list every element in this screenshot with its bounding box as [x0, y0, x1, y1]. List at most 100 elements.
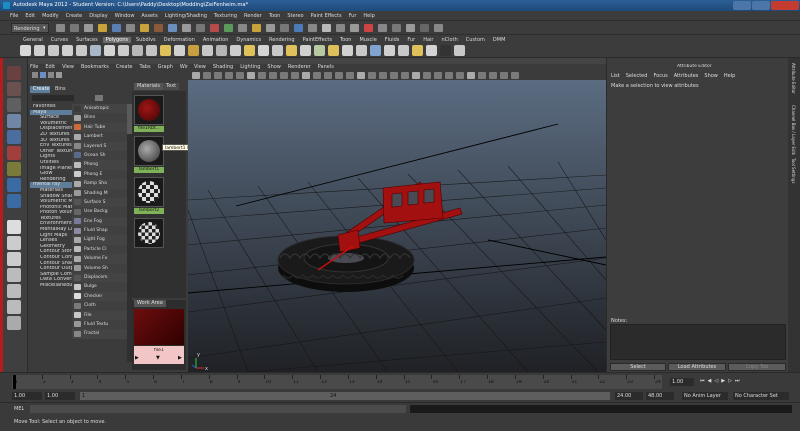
- viewport-toolbar-icon[interactable]: [346, 72, 354, 79]
- status-tool-icon[interactable]: [252, 24, 261, 32]
- viewport-toolbar-icon[interactable]: [456, 72, 464, 79]
- viewport-toolbar-icon[interactable]: [280, 72, 288, 79]
- menu-item-toon[interactable]: Toon: [269, 13, 281, 19]
- load-attributes-button[interactable]: Load Attributes: [668, 363, 726, 371]
- minimize-button[interactable]: [733, 1, 751, 10]
- shelf-tool-icon[interactable]: [188, 45, 199, 56]
- viewport-toolbar-icon[interactable]: [192, 72, 200, 79]
- filter-clear-icon[interactable]: [95, 95, 103, 101]
- node-button[interactable]: File: [72, 310, 134, 320]
- clear-graph-icon[interactable]: [48, 72, 54, 78]
- swatch-lambert2[interactable]: [134, 177, 164, 207]
- tree-item[interactable]: Miscellaneous: [30, 283, 72, 289]
- viewport-toolbar-icon[interactable]: [236, 72, 244, 79]
- viewport-menu-shading[interactable]: Shading: [213, 64, 233, 70]
- viewport-toolbar-icon[interactable]: [258, 72, 266, 79]
- viewport-toolbar-icon[interactable]: [368, 72, 376, 79]
- anim-layer-dropdown[interactable]: No Anim Layer: [682, 392, 728, 400]
- tab-create[interactable]: Create: [30, 86, 50, 93]
- shelf-tool-icon[interactable]: [440, 45, 451, 56]
- ae-menu-help[interactable]: Help: [724, 73, 735, 79]
- range-start-field[interactable]: 1.00: [12, 392, 42, 400]
- status-tool-icon[interactable]: [266, 24, 275, 32]
- menu-item-file[interactable]: File: [10, 13, 18, 19]
- viewport-toolbar-icon[interactable]: [412, 72, 420, 79]
- viewport-toolbar-icon[interactable]: [291, 72, 299, 79]
- menu-item-render[interactable]: Render: [244, 13, 262, 19]
- status-tool-icon[interactable]: [182, 24, 191, 32]
- hypershade-menu-bookmarks[interactable]: Bookmarks: [81, 64, 109, 70]
- viewport-toolbar-icon[interactable]: [434, 72, 442, 79]
- shelf-tool-icon[interactable]: [356, 45, 367, 56]
- hypershade-menu-edit[interactable]: Edit: [45, 64, 55, 70]
- node-button[interactable]: Volume Fo: [72, 254, 134, 264]
- side-tab-attribute-editor[interactable]: Attribute Editor: [791, 63, 796, 103]
- node-button[interactable]: Layered S: [72, 141, 134, 151]
- ae-menu-focus[interactable]: Focus: [653, 73, 667, 79]
- node-button[interactable]: Lambert: [72, 132, 134, 142]
- status-tool-icon[interactable]: [112, 24, 121, 32]
- range-slider[interactable]: 1 24: [80, 392, 610, 400]
- viewport-toolbar-icon[interactable]: [214, 72, 222, 79]
- node-button[interactable]: Fluid Shap: [72, 226, 134, 236]
- node-button[interactable]: Particle Cl: [72, 244, 134, 255]
- node-button[interactable]: Hair Tube: [72, 122, 134, 133]
- range-end-field-2[interactable]: 48.00: [646, 392, 674, 400]
- swatch-lambert1[interactable]: [134, 136, 164, 166]
- shelf-tool-icon[interactable]: [48, 45, 59, 56]
- side-tab-channel-box[interactable]: Channel Box / Layer Editor: [791, 105, 796, 155]
- status-tool-icon[interactable]: [406, 24, 415, 32]
- shelf-tool-icon[interactable]: [216, 45, 227, 56]
- shelf-tool-icon[interactable]: [314, 45, 325, 56]
- shelf-tool-icon[interactable]: [202, 45, 213, 56]
- shelf-tool-icon[interactable]: [118, 45, 129, 56]
- ae-menu-list[interactable]: List: [611, 73, 620, 79]
- shelf-tool-icon[interactable]: [370, 45, 381, 56]
- status-tool-icon[interactable]: [126, 24, 135, 32]
- node-button[interactable]: Checker: [72, 291, 134, 302]
- shelf-tool-icon[interactable]: [454, 45, 465, 56]
- time-slider[interactable]: 1 2 3 4 5 6 7 8 9 10 11 12 13 14 15 16 17 18 19 20 21 22 23 24 …: [0, 372, 800, 390]
- status-tool-icon[interactable]: [378, 24, 387, 32]
- select-button[interactable]: Select: [610, 363, 666, 371]
- node-button[interactable]: Anisotropic: [72, 104, 134, 114]
- node-button[interactable]: Fluid Textu: [72, 319, 134, 330]
- status-tool-icon[interactable]: [294, 24, 303, 32]
- node-button[interactable]: Shading M: [72, 188, 134, 198]
- viewport-menu-view[interactable]: View: [194, 64, 206, 70]
- viewport-toolbar-icon[interactable]: [445, 72, 453, 79]
- toggle-panel-icon[interactable]: [32, 72, 38, 78]
- copy-tab-button[interactable]: Copy Tab: [728, 363, 786, 371]
- close-button[interactable]: [771, 1, 799, 10]
- viewport-menu-show[interactable]: Show: [267, 64, 281, 70]
- menu-item-window[interactable]: Window: [115, 13, 135, 19]
- viewport-toolbar-icon[interactable]: [357, 72, 365, 79]
- node-button[interactable]: Light Fog: [72, 235, 134, 245]
- shelf-tool-icon[interactable]: [398, 45, 409, 56]
- select-tool-icon[interactable]: [6, 66, 21, 80]
- shelf-tool-icon[interactable]: [328, 45, 339, 56]
- range-end-field[interactable]: 24.00: [615, 392, 643, 400]
- status-tool-icon[interactable]: [98, 24, 107, 32]
- viewport-toolbar-icon[interactable]: [467, 72, 475, 79]
- node-button[interactable]: Surface S: [72, 197, 134, 208]
- four-view-layout-icon[interactable]: [6, 236, 21, 250]
- status-tool-icon[interactable]: [364, 24, 373, 32]
- menu-set-dropdown[interactable]: Rendering ▾: [11, 23, 49, 33]
- graph-icon[interactable]: [40, 72, 46, 78]
- side-by-side-layout-icon[interactable]: [6, 252, 21, 266]
- node-button[interactable]: Fractal: [72, 329, 134, 339]
- last-tool-icon[interactable]: [6, 194, 21, 208]
- single-view-layout-icon[interactable]: [6, 220, 21, 234]
- viewport-toolbar-icon[interactable]: [225, 72, 233, 79]
- viewport-toolbar-icon[interactable]: [511, 72, 519, 79]
- viewport-menu-lighting[interactable]: Lighting: [240, 64, 260, 70]
- hypershade-menu-tabs[interactable]: Tabs: [140, 64, 151, 70]
- manipulator-icon[interactable]: [6, 162, 21, 176]
- hypershade-layout-icon[interactable]: [6, 300, 21, 314]
- shelf-tool-icon[interactable]: [300, 45, 311, 56]
- status-tool-icon[interactable]: [336, 24, 345, 32]
- shelf-tool-icon[interactable]: [62, 45, 73, 56]
- 3d-viewport[interactable]: y x: [188, 80, 606, 372]
- persp-graph-layout-icon[interactable]: [6, 268, 21, 282]
